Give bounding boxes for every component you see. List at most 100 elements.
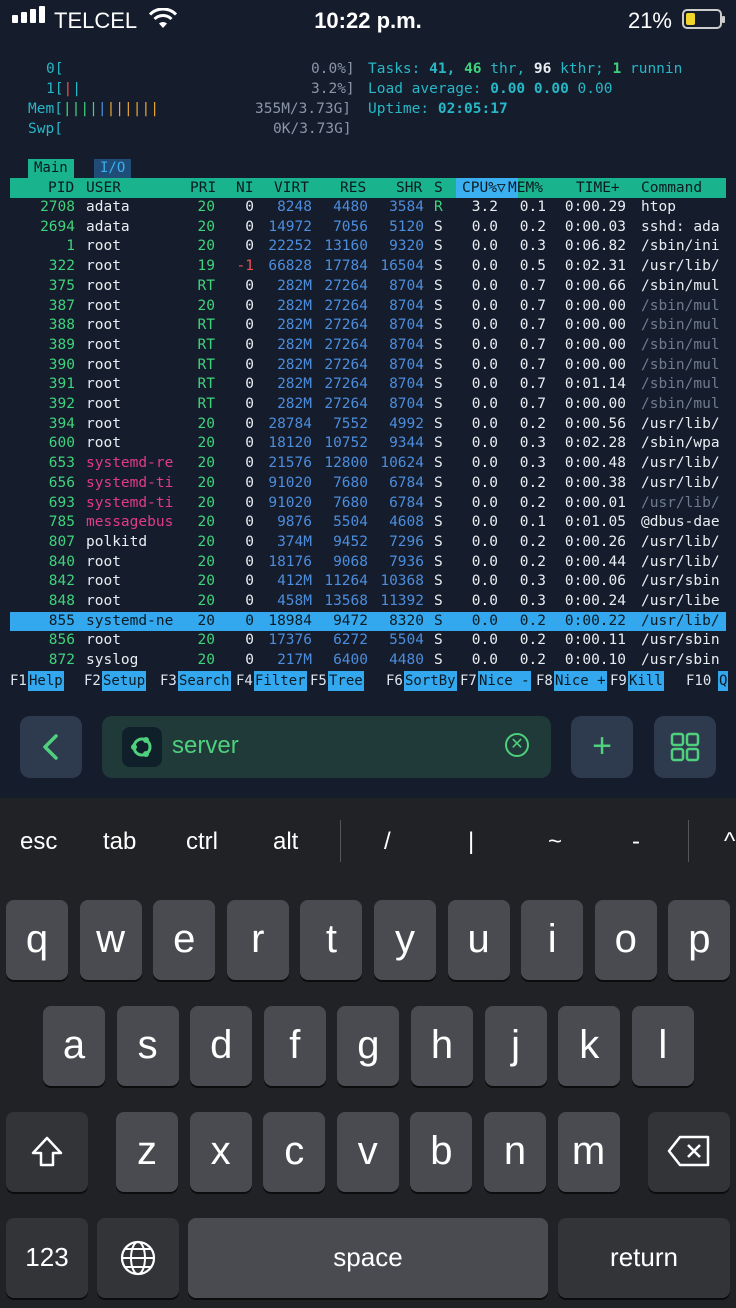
- col-mem[interactable]: MEM%: [508, 178, 543, 198]
- key-esc[interactable]: esc: [20, 828, 57, 856]
- col-time[interactable]: TIME+: [576, 178, 620, 198]
- process-row[interactable]: 389 root RT 0 282M 27264 8704 S 0.0 0.7 0:00.00/sb…: [10, 336, 726, 356]
- process-ni: 0: [245, 533, 254, 550]
- process-row[interactable]: 840 root 20 0 18176 9068 7936 S 0.0 0.2 0:00.44/us…: [10, 553, 726, 573]
- key-k[interactable]: k: [558, 1006, 621, 1086]
- col-cpu[interactable]: CPU%▽: [462, 178, 506, 198]
- session-tab[interactable]: server ✕: [102, 716, 551, 778]
- col-ni[interactable]: NI: [236, 178, 253, 198]
- key-tab[interactable]: tab: [103, 828, 136, 856]
- key-r[interactable]: r: [226, 900, 289, 980]
- key-b[interactable]: b: [410, 1112, 473, 1192]
- process-row[interactable]: 848 root 20 0 458M 13568 11392 S 0.0 0.3 0:00.24/u…: [10, 592, 726, 612]
- process-row[interactable]: 391 root RT 0 282M 27264 8704 S 0.0 0.7 0:01.14/sb…: [10, 375, 726, 395]
- key-l[interactable]: l: [631, 1006, 694, 1086]
- key-dash[interactable]: -: [632, 828, 640, 856]
- process-row[interactable]: 872 syslog 20 0 217M 6400 4480 S 0.0 0.2 0:00.10/u…: [10, 651, 726, 671]
- key-p[interactable]: p: [668, 900, 731, 980]
- fkey-f5-label[interactable]: Tree: [328, 671, 364, 691]
- process-row[interactable]: 785 messagebus 20 0 9876 5504 4608 S 0.0 0.1 0:01.…: [10, 513, 726, 533]
- process-row[interactable]: 392 root RT 0 282M 27264 8704 S 0.0 0.7 0:00.00/sb…: [10, 395, 726, 415]
- process-cpu: 0.0: [471, 277, 498, 294]
- process-row[interactable]: 322 root 19 -1 66828 17784 16504 S 0.0 0.5 0:02.31…: [10, 257, 726, 277]
- process-row[interactable]: 856 root 20 0 17376 6272 5504 S 0.0 0.2 0:00.11/us…: [10, 631, 726, 651]
- process-row[interactable]: 656 systemd-ti 20 0 91020 7680 6784 S 0.0 0.2 0:00…: [10, 474, 726, 494]
- key-h[interactable]: h: [411, 1006, 473, 1086]
- fkey-f6-label[interactable]: SortBy: [404, 671, 457, 691]
- fkey-f3-label[interactable]: Search: [178, 671, 231, 691]
- grid-button[interactable]: [654, 716, 716, 778]
- process-mem: 0.2: [519, 632, 546, 649]
- process-row[interactable]: 693 systemd-ti 20 0 91020 7680 6784 S 0.0 0.2 0:00…: [10, 494, 726, 514]
- col-user[interactable]: USER: [86, 178, 121, 198]
- key-x[interactable]: x: [189, 1112, 252, 1192]
- key-v[interactable]: v: [336, 1112, 399, 1192]
- add-session-button[interactable]: +: [571, 716, 633, 778]
- fkey-f2-label[interactable]: Setup: [102, 671, 147, 691]
- backspace-key[interactable]: [648, 1112, 730, 1192]
- key-n[interactable]: n: [484, 1112, 546, 1192]
- fkey-f10-label[interactable]: Q: [718, 671, 729, 691]
- fkey-f4-label[interactable]: Filter: [254, 671, 307, 691]
- key-w[interactable]: w: [79, 900, 142, 980]
- process-row[interactable]: 394 root 20 0 28784 7552 4992 S 0.0 0.2 0:00.56/us…: [10, 415, 726, 435]
- process-s: S: [434, 573, 443, 590]
- key-alt[interactable]: alt: [273, 828, 298, 856]
- process-row[interactable]: 387 root 20 0 282M 27264 8704 S 0.0 0.7 0:00.00/sb…: [10, 297, 726, 317]
- fkey-f8-label[interactable]: Nice +: [554, 671, 607, 691]
- key-t[interactable]: t: [300, 900, 363, 980]
- key-a[interactable]: a: [43, 1006, 105, 1086]
- col-pid[interactable]: PID: [48, 178, 74, 198]
- back-button[interactable]: [20, 716, 82, 778]
- key-tilde[interactable]: ~: [548, 828, 562, 856]
- globe-key[interactable]: [97, 1218, 179, 1298]
- process-row[interactable]: 855 systemd-ne 20 0 18984 9472 8320 S 0.0 0.2 0:00…: [10, 611, 726, 632]
- key-m[interactable]: m: [557, 1112, 620, 1192]
- key-o[interactable]: o: [594, 900, 657, 980]
- key-i[interactable]: i: [521, 900, 584, 980]
- process-row[interactable]: 2708 adata 20 0 8248 4480 3584 R 3.2 0.1 0:00.29 ht…: [10, 198, 726, 218]
- col-shr[interactable]: SHR: [396, 178, 422, 198]
- col-state[interactable]: S: [434, 178, 443, 198]
- return-key[interactable]: return: [558, 1218, 730, 1298]
- process-row[interactable]: 2694 adata 20 0 14972 7056 5120 S 0.0 0.2 0:00.03 s…: [10, 218, 726, 238]
- space-key[interactable]: space: [188, 1218, 548, 1298]
- process-row[interactable]: 390 root RT 0 282M 27264 8704 S 0.0 0.7 0:00.00/sb…: [10, 356, 726, 376]
- process-row[interactable]: 842 root 20 0 412M 11264 10368 S 0.0 0.3 0:00.06/u…: [10, 572, 726, 592]
- shift-key[interactable]: [6, 1112, 88, 1192]
- process-row[interactable]: 1 root 20 0 22252 13160 9320 S 0.0 0.3 0:06.82/sbi…: [10, 237, 726, 257]
- key-c[interactable]: c: [263, 1112, 326, 1192]
- key-z[interactable]: z: [116, 1112, 178, 1192]
- col-res[interactable]: RES: [340, 178, 366, 198]
- fkey-f7-label[interactable]: Nice -: [478, 671, 531, 691]
- key-pipe[interactable]: |: [468, 828, 474, 856]
- key-e[interactable]: e: [153, 900, 216, 980]
- numbers-key[interactable]: 123: [6, 1218, 88, 1298]
- key-j[interactable]: j: [484, 1006, 547, 1086]
- process-row[interactable]: 388 root RT 0 282M 27264 8704 S 0.0 0.7 0:00.00/sb…: [10, 316, 726, 336]
- key-q[interactable]: q: [6, 900, 68, 980]
- fkey-f1-label[interactable]: Help: [28, 671, 64, 691]
- key-d[interactable]: d: [190, 1006, 253, 1086]
- key-y[interactable]: y: [374, 900, 436, 980]
- col-pri[interactable]: PRI: [190, 178, 216, 198]
- process-row[interactable]: 375 root RT 0 282M 27264 8704 S 0.0 0.7 0:00.66/sb…: [10, 277, 726, 297]
- process-shr: 6784: [389, 474, 424, 491]
- key-u[interactable]: u: [447, 900, 510, 980]
- process-row[interactable]: 807 polkitd 20 0 374M 9452 7296 S 0.0 0.2 0:00.26 /…: [10, 533, 726, 553]
- key-s[interactable]: s: [116, 1006, 179, 1086]
- fkey-f9-label[interactable]: Kill: [628, 671, 664, 691]
- key-slash[interactable]: /: [384, 828, 391, 856]
- process-cmd: /sbin/mul: [641, 336, 720, 353]
- tab-main[interactable]: Main: [28, 159, 74, 178]
- key-f[interactable]: f: [263, 1006, 326, 1086]
- process-row[interactable]: 600 root 20 0 18120 10752 9344 S 0.0 0.3 0:02.28/s…: [10, 434, 726, 454]
- key-caret[interactable]: ^: [724, 828, 735, 856]
- process-row[interactable]: 653 systemd-re 20 0 21576 12800 10624 S 0.0 0.3 0:…: [10, 454, 726, 474]
- col-virt[interactable]: VIRT: [274, 178, 309, 198]
- key-g[interactable]: g: [337, 1006, 400, 1086]
- key-ctrl[interactable]: ctrl: [186, 828, 218, 856]
- tab-io[interactable]: I/O: [94, 159, 132, 178]
- clear-circle-icon[interactable]: ✕: [505, 733, 529, 757]
- col-command[interactable]: Command: [641, 178, 702, 198]
